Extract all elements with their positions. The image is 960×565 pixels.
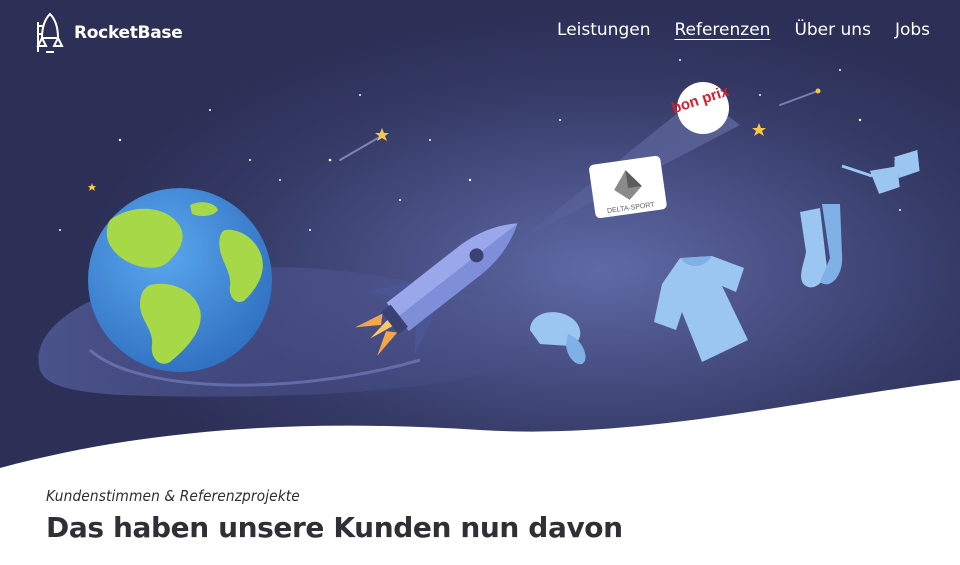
nav-item-leistungen[interactable]: Leistungen [557, 20, 650, 40]
section-intro: Kundenstimmen & Referenzprojekte Das hab… [46, 487, 926, 544]
earth-illustration [88, 188, 272, 372]
space-illustration: bon prix DELTA-SPORT [0, 59, 960, 480]
brand-name: RocketBase [74, 23, 183, 43]
tshirt-icon [654, 256, 748, 362]
shooting-stars [339, 91, 816, 161]
sunglasses-icon [841, 150, 920, 194]
comet-head [815, 88, 821, 94]
section-eyebrow: Kundenstimmen & Referenzprojekte [46, 487, 300, 505]
nav-item-referenzen[interactable]: Referenzen [674, 20, 770, 40]
nav-item-ueber-uns[interactable]: Über uns [794, 20, 871, 40]
delta-sport-logo: DELTA-SPORT [589, 155, 667, 219]
main-nav: Leistungen Referenzen Über uns Jobs [557, 20, 930, 40]
nav-item-jobs[interactable]: Jobs [895, 20, 930, 40]
socks-icon [800, 204, 843, 288]
brand-logo[interactable]: RocketBase [34, 12, 183, 54]
rocket-logo-icon [36, 12, 64, 53]
cap-icon [530, 312, 586, 365]
section-headline: Das haben unsere Kunden nun davon [46, 511, 623, 544]
hero-banner: bon prix DELTA-SPORT RocketBase Leistung… [0, 0, 960, 480]
